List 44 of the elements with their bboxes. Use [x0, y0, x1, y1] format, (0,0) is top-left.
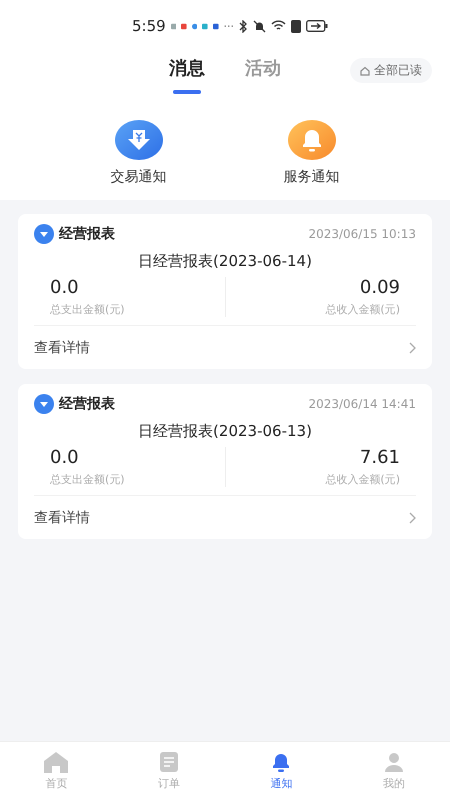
- bell-icon: [288, 120, 336, 160]
- nav-tab[interactable]: 通知: [225, 742, 338, 800]
- report-source: 经营报表: [59, 225, 115, 243]
- app-notification-icon: [202, 20, 208, 32]
- battery-icon: [306, 20, 328, 32]
- report-badge-icon: [34, 224, 54, 244]
- income-amount: 7.61: [360, 447, 400, 468]
- tab[interactable]: 活动: [245, 56, 281, 94]
- sim-icon: [291, 20, 301, 32]
- expense-label: 总支出金额(元): [50, 472, 125, 487]
- mark-all-read-button[interactable]: 全部已读: [350, 58, 432, 83]
- report-title: 日经营报表(2023-06-13): [137, 422, 313, 441]
- more-notifications: ···: [224, 20, 234, 32]
- report-timestamp: 2023/06/14 14:41: [308, 397, 416, 411]
- chevron-right-icon: [409, 512, 416, 524]
- report-badge-icon: [34, 394, 54, 414]
- report-title: 日经营报表(2023-06-14): [137, 252, 313, 271]
- expense-label: 总支出金额(元): [50, 302, 125, 317]
- home-icon: [43, 751, 70, 773]
- expense-amount: 0.0: [50, 447, 79, 468]
- bluetooth-icon: [239, 20, 248, 32]
- notification-category-button[interactable]: 交易通知: [110, 120, 166, 186]
- view-details-link[interactable]: 查看详情: [34, 325, 416, 369]
- app-notification-icon: [181, 20, 187, 32]
- view-details-link[interactable]: 查看详情: [34, 495, 416, 539]
- report-source: 经营报表: [59, 395, 115, 413]
- tab[interactable]: 消息: [169, 56, 205, 94]
- clock-time: 5:59: [132, 17, 166, 35]
- house-icon: [360, 66, 370, 76]
- expense-amount: 0.0: [50, 277, 79, 298]
- person-icon: [382, 751, 405, 773]
- app-notification-icon: [170, 20, 176, 32]
- yuan-download-icon: [114, 120, 162, 160]
- wifi-icon: [271, 20, 286, 32]
- report-timestamp: 2023/06/15 10:13: [308, 227, 416, 241]
- income-label: 总收入金额(元): [325, 472, 400, 487]
- income-label: 总收入金额(元): [325, 302, 400, 317]
- mute-icon: [253, 20, 266, 32]
- chevron-right-icon: [409, 342, 416, 354]
- notification-category-button[interactable]: 服务通知: [284, 120, 340, 186]
- income-amount: 0.09: [360, 277, 400, 298]
- app-notification-icon: [212, 20, 218, 32]
- app-notification-icon: [192, 20, 198, 32]
- document-icon: [158, 751, 180, 773]
